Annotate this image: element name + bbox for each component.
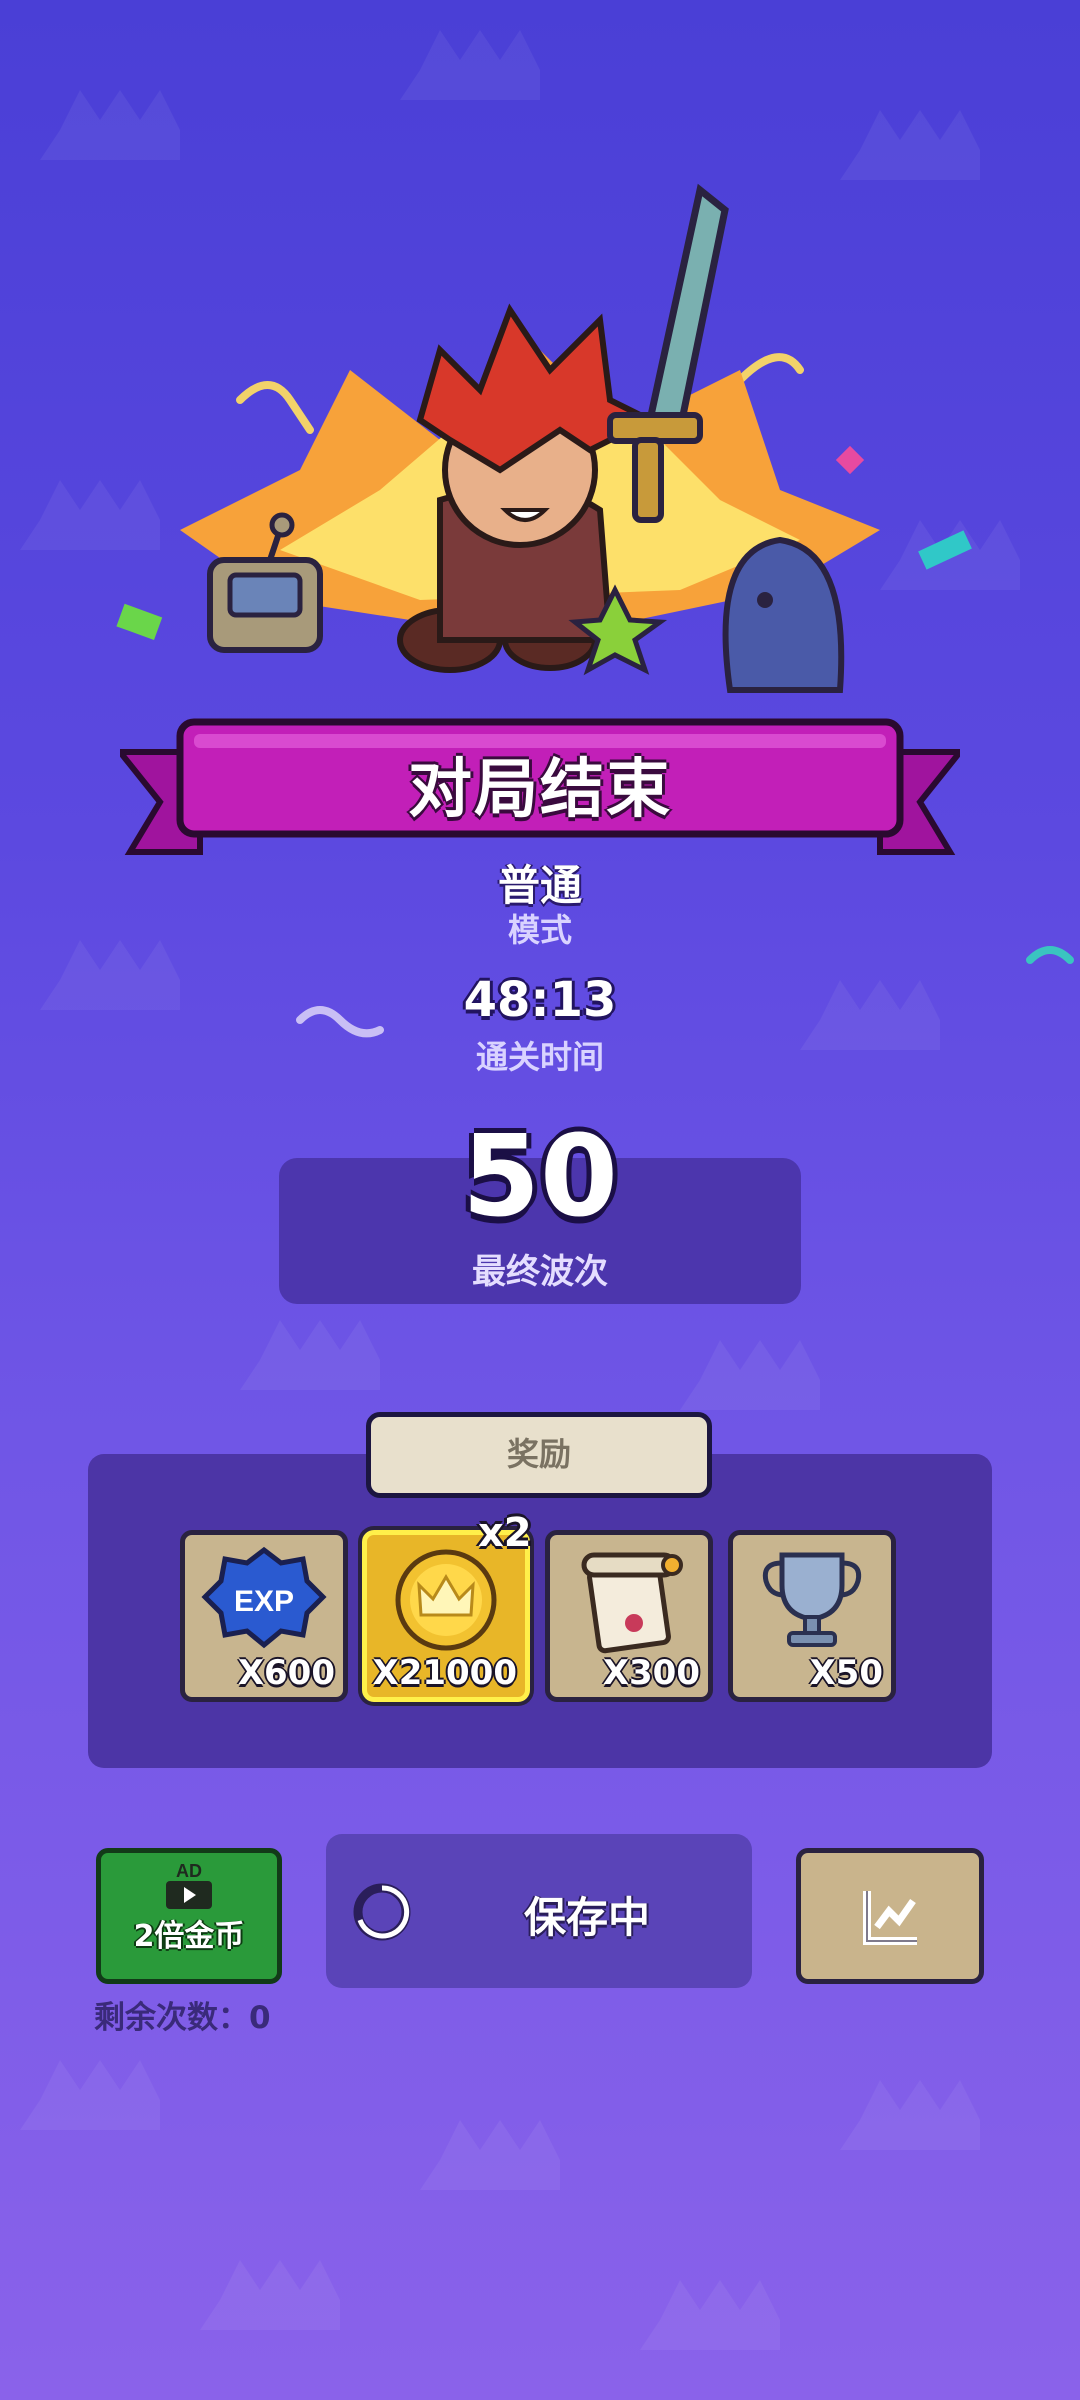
final-wave-value: 50: [462, 1112, 618, 1242]
gold-crown-coin-icon: [395, 1549, 497, 1651]
clear-time-value: 48:13: [463, 972, 617, 1028]
statistics-button[interactable]: [796, 1848, 984, 1984]
final-wave-label: 最终波次: [472, 1252, 608, 1292]
result-title: 对局结束: [408, 753, 672, 827]
reward-card-exp[interactable]: EXP X600: [180, 1530, 348, 1702]
remaining-count: 剩余次数：0: [94, 2000, 271, 2036]
reward-card-trophy[interactable]: X50: [728, 1530, 896, 1702]
reward-qty: X300: [602, 1653, 700, 1693]
saving-label: 保存中: [524, 1893, 651, 1942]
ad-button-label: 2倍金币: [133, 1919, 245, 1954]
reward-qty: X21000: [372, 1653, 518, 1693]
rewards-tab: 奖励: [366, 1412, 712, 1498]
mode-value: 普通: [497, 861, 582, 910]
svg-text:EXP: EXP: [234, 1585, 294, 1618]
loading-spinner-icon: [353, 1883, 411, 1941]
ad-video-icon: AD: [166, 1861, 212, 1909]
victory-hero-illustration: [180, 183, 880, 693]
reward-card-scroll[interactable]: X300: [545, 1530, 713, 1702]
reward-qty: X50: [809, 1653, 883, 1693]
mode-label: 模式: [507, 911, 572, 949]
clear-time-label: 通关时间: [475, 1038, 604, 1076]
exp-badge-icon: EXP: [201, 1546, 327, 1649]
reward-qty: X600: [237, 1653, 335, 1693]
chart-stats-icon: [863, 1891, 917, 1945]
trophy-icon: [762, 1552, 862, 1647]
scroll-icon: [581, 1552, 683, 1654]
double-multiplier-badge: x2: [478, 1510, 532, 1556]
ad-double-gold-button[interactable]: AD 2倍金币: [96, 1848, 282, 1984]
ad-badge-text: AD: [176, 1861, 202, 1881]
